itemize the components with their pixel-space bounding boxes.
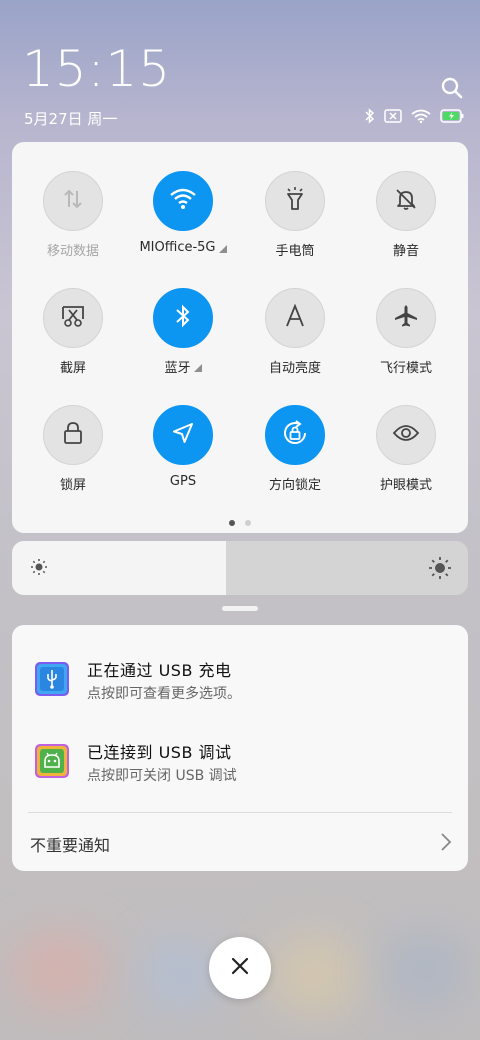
tile-circle[interactable] bbox=[376, 288, 436, 348]
wifi-icon bbox=[411, 109, 431, 123]
tile-label: 截屏 bbox=[59, 361, 86, 376]
auto-brightness-icon bbox=[283, 303, 307, 332]
notification-item[interactable]: 已连接到 USB 调试 点按即可关闭 USB 调试 bbox=[12, 735, 468, 795]
tile-bluetooth[interactable]: 蓝牙 bbox=[126, 288, 240, 376]
tile-label: 锁屏 bbox=[59, 478, 86, 493]
quick-settings-panel: 移动数据 MIOffice-5G 手电筒 静音 截屏 蓝牙 自动亮度 飞行模式 … bbox=[12, 142, 468, 533]
clear-all-button[interactable] bbox=[209, 937, 271, 999]
page-indicator bbox=[12, 520, 468, 526]
tile-flashlight[interactable]: 手电筒 bbox=[238, 171, 352, 259]
rotation-lock-icon bbox=[281, 419, 309, 451]
clock-date: 5月27日 周一 bbox=[24, 110, 118, 128]
tile-eye-care[interactable]: 护眼模式 bbox=[349, 405, 463, 493]
tile-gps[interactable]: GPS bbox=[126, 405, 240, 489]
clock-time: 15:15 bbox=[22, 40, 172, 98]
notification-title: 正在通过 USB 充电 bbox=[87, 661, 232, 680]
tile-circle[interactable] bbox=[265, 288, 325, 348]
airplane-icon bbox=[393, 303, 419, 333]
tile-label: GPS bbox=[169, 474, 197, 489]
status-icons bbox=[365, 108, 464, 124]
tile-wifi[interactable]: MIOffice-5G bbox=[126, 171, 240, 255]
eye-icon bbox=[392, 423, 420, 447]
mobile-data-icon bbox=[62, 187, 84, 215]
android-debug-icon bbox=[34, 743, 70, 779]
search-icon[interactable] bbox=[440, 76, 464, 100]
mute-bell-icon bbox=[394, 187, 418, 215]
tile-label: 蓝牙 bbox=[126, 357, 240, 376]
wallpaper-blob bbox=[380, 930, 470, 1010]
tile-circle[interactable] bbox=[43, 288, 103, 348]
notification-subtitle: 点按即可查看更多选项。 bbox=[87, 686, 241, 702]
brightness-low-icon bbox=[30, 558, 48, 580]
tile-circle[interactable] bbox=[153, 405, 213, 465]
unimportant-notifications-link[interactable]: 不重要通知 bbox=[30, 832, 110, 856]
usb-icon bbox=[34, 661, 70, 697]
notification-title: 已连接到 USB 调试 bbox=[87, 743, 232, 762]
tile-circle[interactable] bbox=[265, 171, 325, 231]
expand-menu-icon bbox=[193, 364, 202, 372]
tile-rotation-lock[interactable]: 方向锁定 bbox=[238, 405, 352, 493]
tile-circle[interactable] bbox=[43, 171, 103, 231]
wallpaper-blob bbox=[270, 935, 360, 1015]
bluetooth-icon bbox=[175, 304, 191, 332]
notification-subtitle: 点按即可关闭 USB 调试 bbox=[87, 768, 237, 784]
tile-circle[interactable] bbox=[376, 405, 436, 465]
tile-label: 自动亮度 bbox=[268, 361, 321, 376]
tile-lock-screen[interactable]: 锁屏 bbox=[16, 405, 130, 493]
bluetooth-icon bbox=[365, 108, 375, 124]
tile-label: MIOffice-5G bbox=[126, 240, 240, 255]
page-dot-active[interactable] bbox=[229, 520, 235, 526]
tile-label: 飞行模式 bbox=[379, 361, 432, 376]
brightness-high-icon bbox=[428, 556, 452, 584]
drag-handle[interactable] bbox=[222, 606, 258, 611]
tile-label: 移动数据 bbox=[46, 244, 99, 259]
tile-circle[interactable] bbox=[153, 171, 213, 231]
tile-screenshot[interactable]: 截屏 bbox=[16, 288, 130, 376]
tile-label: 手电筒 bbox=[275, 244, 315, 259]
tile-mute[interactable]: 静音 bbox=[349, 171, 463, 259]
screenshot-icon bbox=[60, 304, 86, 332]
tile-label: 静音 bbox=[392, 244, 419, 259]
tile-label-text: 蓝牙 bbox=[164, 361, 191, 376]
lock-icon bbox=[62, 421, 84, 449]
sim-disabled-icon bbox=[384, 109, 402, 123]
tile-mobile-data[interactable]: 移动数据 bbox=[16, 171, 130, 259]
tile-label-text: MIOffice-5G bbox=[139, 240, 216, 255]
chevron-right-icon[interactable] bbox=[440, 832, 452, 856]
wifi-icon bbox=[169, 188, 197, 214]
tile-auto-brightness[interactable]: 自动亮度 bbox=[238, 288, 352, 376]
wallpaper-blob bbox=[140, 940, 220, 1010]
tile-airplane[interactable]: 飞行模式 bbox=[349, 288, 463, 376]
expand-menu-icon bbox=[218, 245, 227, 253]
divider bbox=[28, 812, 452, 813]
page-dot[interactable] bbox=[245, 520, 251, 526]
flashlight-icon bbox=[284, 186, 306, 216]
tile-circle[interactable] bbox=[376, 171, 436, 231]
tile-label: 护眼模式 bbox=[379, 478, 432, 493]
notification-item[interactable]: 正在通过 USB 充电 点按即可查看更多选项。 bbox=[12, 653, 468, 713]
battery-charging-icon bbox=[440, 109, 464, 123]
tile-label: 方向锁定 bbox=[268, 478, 321, 493]
notification-card: 正在通过 USB 充电 点按即可查看更多选项。 已连接到 USB 调试 点按即可… bbox=[12, 625, 468, 871]
tile-circle[interactable] bbox=[43, 405, 103, 465]
wallpaper-blob bbox=[10, 930, 110, 1010]
location-arrow-icon bbox=[171, 421, 195, 449]
close-icon bbox=[231, 957, 249, 979]
brightness-slider[interactable] bbox=[12, 541, 468, 595]
tile-circle[interactable] bbox=[265, 405, 325, 465]
tile-circle[interactable] bbox=[153, 288, 213, 348]
